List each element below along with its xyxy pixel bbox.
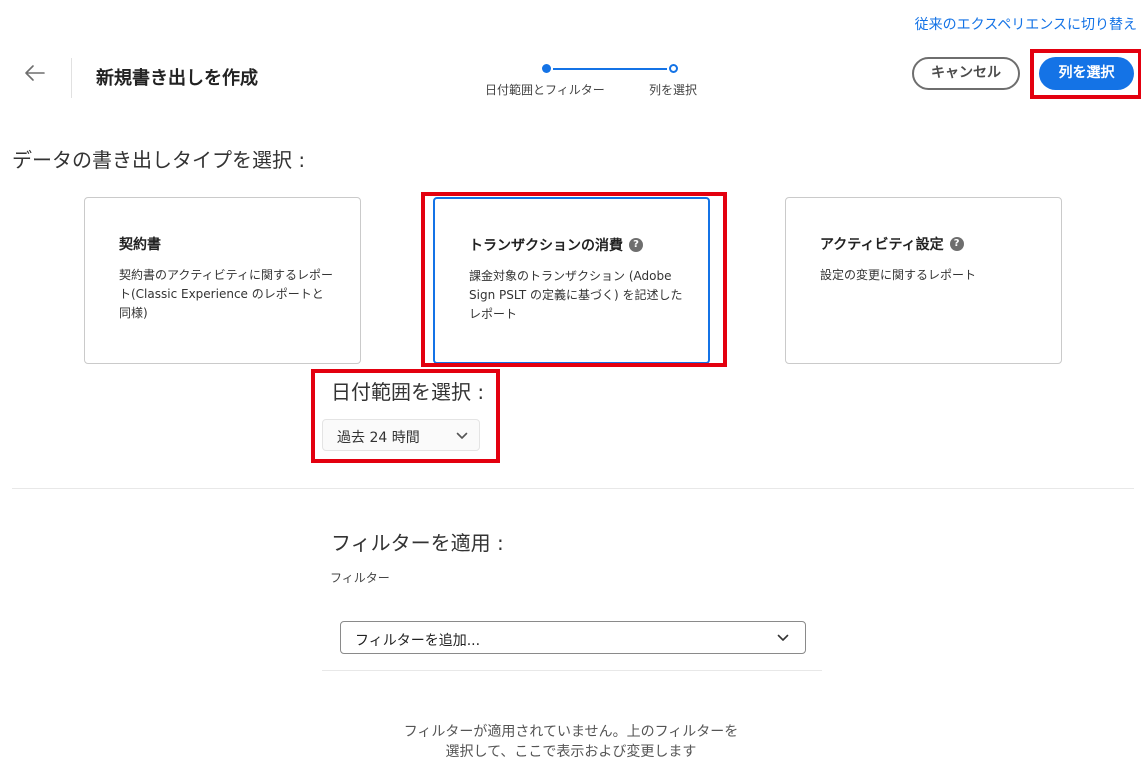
filter-heading: フィルターを適用 : [331,531,504,555]
chevron-down-icon [456,432,468,439]
add-filter-placeholder: フィルターを追加... [355,633,481,649]
export-type-card-agreements[interactable]: 契約書 契約書のアクティビティに関するレポート(Classic Experien… [84,197,361,364]
card-title: 契約書 [119,237,161,253]
export-type-card-activity-settings[interactable]: アクティビティ設定 ? 設定の変更に関するレポート [785,197,1062,364]
select-columns-button[interactable]: 列を選択 [1039,57,1134,90]
date-range-value: 過去 24 時間 [337,430,420,446]
date-range-select[interactable]: 過去 24 時間 [322,419,480,451]
help-icon[interactable]: ? [949,237,964,251]
card-title: トランザクションの消費 ? [469,235,643,255]
card-description: 課金対象のトランザクション (Adobe Sign PSLT の定義に基づく) … [469,269,683,321]
cancel-button[interactable]: キャンセル [912,57,1020,90]
card-title: アクティビティ設定 ? [820,234,964,254]
page-title: 新規書き出しを作成 [96,68,258,89]
help-icon[interactable]: ? [629,238,643,252]
step-1-indicator [542,64,551,73]
filter-label: フィルター [330,571,390,585]
step-connector [553,68,667,70]
add-filter-select[interactable]: フィルターを追加... [340,621,806,654]
chevron-down-icon [777,634,789,641]
step-2-label: 列を選択 [649,83,698,97]
arrow-left-icon [25,65,45,81]
date-range-heading: 日付範囲を選択 : [331,380,485,404]
header-divider [71,58,72,98]
filter-divider [322,670,822,671]
progress-stepper: 日付範囲とフィルター 列を選択 [480,60,720,100]
back-button[interactable] [22,62,48,84]
section-divider [12,488,1134,489]
step-1-label: 日付範囲とフィルター [485,83,605,97]
card-description: 契約書のアクティビティに関するレポート(Classic Experience の… [119,268,333,320]
switch-classic-experience-link[interactable]: 従来のエクスペリエンスに切り替え [915,14,1137,34]
step-2-indicator [669,64,678,73]
export-type-heading: データの書き出しタイプを選択 : [12,148,306,172]
card-description: 設定の変更に関するレポート [820,268,977,282]
export-type-card-transaction-consumption[interactable]: トランザクションの消費 ? 課金対象のトランザクション (Adobe Sign … [433,197,710,364]
no-filters-message: フィルターが適用されていません。上のフィルターを選択して、ここで表示および変更し… [403,724,739,760]
